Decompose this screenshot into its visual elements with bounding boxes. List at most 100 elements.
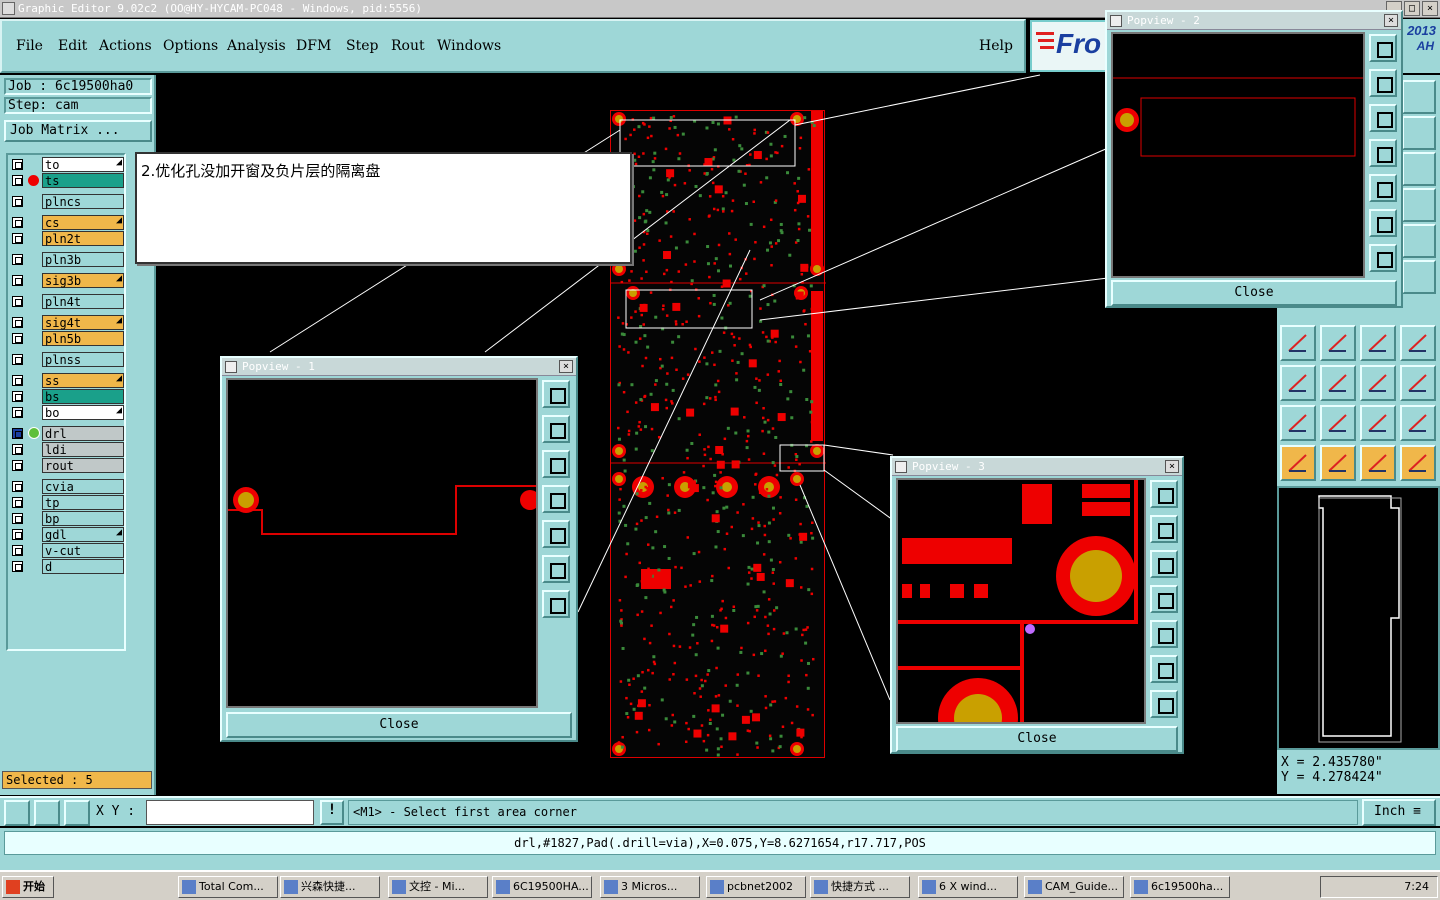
tri-icon[interactable] <box>1280 405 1316 441</box>
layer-name[interactable]: sig4t <box>42 315 124 330</box>
arch-icon[interactable] <box>1360 405 1396 441</box>
mini-map[interactable] <box>1277 486 1440 750</box>
taskbar-button[interactable]: Total Com... <box>178 876 278 898</box>
popview-2-canvas[interactable] <box>1111 32 1365 278</box>
menu-rout[interactable]: Rout <box>391 38 425 54</box>
layer-checkbox[interactable] <box>12 175 23 186</box>
layer-name[interactable]: pln3b <box>42 252 124 267</box>
cut-icon[interactable] <box>1320 365 1356 401</box>
zoom-in-icon[interactable] <box>542 590 570 618</box>
close-window-button[interactable]: × <box>1422 1 1438 16</box>
menu-actions[interactable]: Actions <box>99 38 152 54</box>
layer-tool-icon[interactable] <box>1402 188 1436 222</box>
taskbar-button[interactable]: 6C19500HA... <box>492 876 592 898</box>
layer-checkbox[interactable] <box>12 217 23 228</box>
job-matrix-button[interactable]: Job Matrix ... <box>4 120 152 142</box>
layer-checkbox[interactable] <box>12 254 23 265</box>
group-icon[interactable] <box>1400 365 1436 401</box>
xy-input[interactable] <box>146 800 314 825</box>
layer-name[interactable]: v-cut <box>42 543 124 558</box>
alert-button[interactable]: ! <box>320 800 344 825</box>
taskbar-button[interactable]: 3 Micros... <box>600 876 700 898</box>
layer-name[interactable]: bo <box>42 405 124 420</box>
layer-name[interactable]: ts <box>42 173 124 188</box>
layer-row-bp[interactable]: bp <box>10 511 124 526</box>
layer-name[interactable]: d <box>42 559 124 574</box>
layer-name[interactable]: drl <box>42 426 124 441</box>
layer-row-ldi[interactable]: ldi <box>10 442 124 457</box>
pan-left-icon[interactable] <box>542 485 570 513</box>
taskbar-button[interactable]: 快捷方式 ... <box>810 876 910 898</box>
zoom-out-icon[interactable] <box>1369 209 1397 237</box>
layer-checkbox[interactable] <box>12 375 23 386</box>
popview-2-close-icon[interactable]: × <box>1384 14 1398 27</box>
layer-name[interactable]: pln5b <box>42 331 124 346</box>
pan-up-icon[interactable] <box>542 415 570 443</box>
layer-name[interactable]: tp <box>42 495 124 510</box>
taskbar-button[interactable]: CAM_Guide... <box>1024 876 1124 898</box>
layer-checkbox[interactable] <box>12 233 23 244</box>
layer-name[interactable]: sig3b <box>42 273 124 288</box>
pointer2-icon[interactable] <box>1320 445 1356 481</box>
zoom-fit-icon[interactable] <box>542 380 570 408</box>
popview-3-close-button[interactable]: Close <box>896 726 1178 752</box>
pan-right-icon[interactable] <box>1150 620 1178 648</box>
arch2-icon[interactable] <box>1400 405 1436 441</box>
layer-name[interactable]: plncs <box>42 194 124 209</box>
layer-row-pln3b[interactable]: pln3b <box>10 252 124 267</box>
menu-step[interactable]: Step <box>346 38 378 54</box>
layer-row-pln2t[interactable]: pln2t <box>10 231 124 246</box>
layer-row-sig3b[interactable]: sig3b ◢ <box>10 273 124 288</box>
popview-1-close-button[interactable]: Close <box>226 712 572 738</box>
pointer3-icon[interactable] <box>1360 445 1396 481</box>
net-icon[interactable] <box>1400 445 1436 481</box>
start-button[interactable]: 开始 <box>2 876 54 898</box>
layer-checkbox[interactable] <box>12 333 23 344</box>
zoom-out-icon[interactable] <box>542 555 570 583</box>
grid-icon[interactable] <box>64 800 90 826</box>
pan-left-icon[interactable] <box>1150 585 1178 613</box>
layer-name[interactable]: bs <box>42 389 124 404</box>
layer-checkbox[interactable] <box>12 545 23 556</box>
layer-row-to[interactable]: to ◢ <box>10 157 124 172</box>
layer-checkbox[interactable] <box>12 407 23 418</box>
layer-checkbox[interactable] <box>12 317 23 328</box>
layer-name[interactable]: pln4t <box>42 294 124 309</box>
layer-checkbox[interactable] <box>12 296 23 307</box>
layer-checkbox[interactable] <box>12 561 23 572</box>
menu-analysis[interactable]: Analysis <box>227 38 286 54</box>
layer-name[interactable]: ss <box>42 373 124 388</box>
layer-checkbox[interactable] <box>12 354 23 365</box>
layer-row-gdl[interactable]: gdl ◢ <box>10 527 124 542</box>
layer-checkbox[interactable] <box>12 391 23 402</box>
pointer-icon[interactable] <box>1280 445 1316 481</box>
layer-name[interactable]: rout <box>42 458 124 473</box>
menu-windows[interactable]: Windows <box>437 38 501 54</box>
zoom-in-icon[interactable] <box>1369 244 1397 272</box>
pan-down-icon[interactable] <box>542 450 570 478</box>
layer-checkbox[interactable] <box>12 159 23 170</box>
layer-name[interactable]: pln2t <box>42 231 124 246</box>
menu-options[interactable]: Options <box>163 38 218 54</box>
taskbar-button[interactable]: 文控 - Mi... <box>388 876 488 898</box>
pan-right-icon[interactable] <box>542 520 570 548</box>
layer-checkbox[interactable] <box>12 481 23 492</box>
zoom-in-icon[interactable] <box>1150 690 1178 718</box>
layer-row-rout[interactable]: rout <box>10 458 124 473</box>
rotate-icon[interactable] <box>1360 325 1396 361</box>
help-icon[interactable] <box>1402 152 1436 186</box>
layer-name[interactable]: to <box>42 157 124 172</box>
layer-row-plncs[interactable]: plncs <box>10 194 124 209</box>
menu-dfm[interactable]: DFM <box>296 38 331 54</box>
arc-icon[interactable] <box>1320 325 1356 361</box>
layer-row-tp[interactable]: tp <box>10 495 124 510</box>
layer-row-v-cut[interactable]: v-cut <box>10 543 124 558</box>
pcb-board[interactable] <box>610 110 826 758</box>
layer-name[interactable]: cs <box>42 215 124 230</box>
select-icon[interactable] <box>1280 365 1316 401</box>
pan-down-icon[interactable] <box>1150 550 1178 578</box>
layer-row-bs[interactable]: bs <box>10 389 124 404</box>
vector-icon[interactable] <box>1402 260 1436 294</box>
window-split-icon[interactable] <box>1402 80 1436 114</box>
layer-checkbox[interactable] <box>12 444 23 455</box>
